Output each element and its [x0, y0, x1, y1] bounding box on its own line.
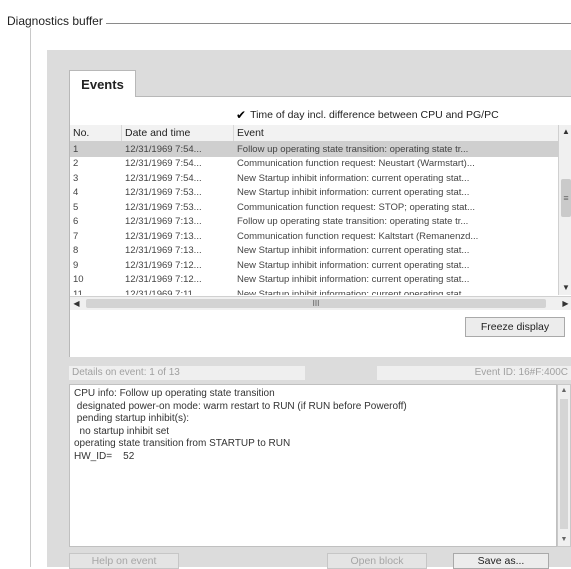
- table-horizontal-scrollbar[interactable]: ◀ III ▶: [70, 296, 571, 310]
- events-table: No. Date and time Event 1 12/31/1969 7:54…: [70, 125, 558, 295]
- table-row[interactable]: 7 12/31/1969 7:13... Communication functio…: [70, 229, 558, 244]
- scroll-thumb[interactable]: ≡: [561, 179, 571, 217]
- table-row[interactable]: 2 12/31/1969 7:54... Communication functio…: [70, 157, 558, 172]
- group-title: Diagnostics buffer: [7, 14, 106, 28]
- scroll-down-icon[interactable]: ▼: [558, 534, 570, 546]
- table-vertical-scrollbar[interactable]: ▲ ≡ ▼: [558, 125, 571, 295]
- details-line: designated power-on mode: warm restart t…: [74, 400, 407, 412]
- table-row[interactable]: 3 12/31/1969 7:54... New Startup inhibit i…: [70, 171, 558, 186]
- scroll-right-icon[interactable]: ▶: [559, 297, 571, 310]
- cell-datetime: 12/31/1969 7:12...: [125, 259, 202, 271]
- details-scrollbar[interactable]: ▲ ▼: [557, 384, 571, 547]
- freeze-display-button[interactable]: Freeze display: [465, 317, 565, 337]
- details-line: operating state transition from STARTUP …: [74, 438, 291, 449]
- group-left-border: [30, 23, 31, 567]
- cell-datetime: 12/31/1969 7:13...: [125, 216, 202, 228]
- cell-event: Communication function request: Kaltstar…: [237, 230, 479, 242]
- diagnostics-panel: Events ✔ Time of day incl. difference be…: [47, 50, 571, 569]
- details-line: no startup inhibit set: [74, 425, 170, 437]
- col-header-datetime[interactable]: Date and time: [122, 125, 234, 141]
- table-row[interactable]: 6 12/31/1969 7:13... Follow up operating s…: [70, 215, 558, 230]
- check-icon[interactable]: ✔: [236, 108, 246, 122]
- horizontal-scroll-thumb[interactable]: III: [86, 299, 546, 308]
- cell-event: New Startup inhibit information: current…: [237, 274, 470, 286]
- table-row[interactable]: 11 12/31/1969 7:11... New Startup inhibit …: [70, 287, 558, 295]
- time-of-day-label: Time of day incl. difference between CPU…: [250, 109, 499, 121]
- cell-datetime: 12/31/1969 7:13...: [125, 245, 202, 257]
- cell-no: 2: [73, 158, 79, 170]
- table-row[interactable]: 4 12/31/1969 7:53... New Startup inhibit i…: [70, 186, 558, 201]
- cell-event: New Startup inhibit information: current…: [237, 245, 470, 257]
- details-line: pending startup inhibit(s):: [74, 413, 190, 424]
- details-line: HW_ID= 52: [74, 450, 135, 462]
- cell-event: Communication function request: Neustart…: [237, 158, 475, 170]
- cell-datetime: 12/31/1969 7:54...: [125, 143, 202, 155]
- cell-event: Communication function request: STOP; op…: [237, 201, 475, 213]
- cell-datetime: 12/31/1969 7:53...: [125, 187, 202, 199]
- table-header: No. Date and time Event: [70, 125, 558, 142]
- cell-no: 7: [73, 230, 79, 242]
- cell-datetime: 12/31/1969 7:13...: [125, 230, 202, 242]
- col-header-no[interactable]: No.: [70, 125, 122, 141]
- cell-no: 8: [73, 245, 79, 257]
- table-row[interactable]: 5 12/31/1969 7:53... Communication functio…: [70, 200, 558, 215]
- table-row[interactable]: 8 12/31/1969 7:13... New Startup inhibit i…: [70, 244, 558, 259]
- tab-events[interactable]: Events: [69, 70, 136, 97]
- cell-event: New Startup inhibit information: current…: [237, 259, 470, 271]
- scroll-up-icon[interactable]: ▲: [558, 385, 570, 397]
- table-row[interactable]: 1 12/31/1969 7:54... Follow up operating s…: [70, 142, 558, 157]
- events-content: ✔ Time of day incl. difference between C…: [69, 96, 571, 357]
- cell-no: 9: [73, 259, 79, 271]
- event-details-text[interactable]: CPU info: Follow up operating state tran…: [69, 384, 557, 547]
- event-id: Event ID: 16#F:400C: [377, 366, 571, 380]
- table-row[interactable]: 10 12/31/1969 7:12... New Startup inhibit …: [70, 273, 558, 288]
- scroll-down-icon[interactable]: ▼: [559, 281, 571, 295]
- cell-event: New Startup inhibit information: current…: [237, 187, 470, 199]
- details-scroll-thumb[interactable]: [560, 399, 568, 529]
- cell-no: 5: [73, 201, 79, 213]
- group-line: [95, 23, 571, 24]
- col-header-event[interactable]: Event: [234, 125, 558, 141]
- table-row[interactable]: 9 12/31/1969 7:12... New Startup inhibit i…: [70, 258, 558, 273]
- time-of-day-option[interactable]: ✔ Time of day incl. difference between C…: [236, 108, 499, 122]
- cell-datetime: 12/31/1969 7:12...: [125, 274, 202, 286]
- cell-no: 6: [73, 216, 79, 228]
- cell-no: 3: [73, 172, 79, 184]
- cell-no: 10: [73, 274, 84, 286]
- cell-datetime: 12/31/1969 7:53...: [125, 201, 202, 213]
- cell-no: 4: [73, 187, 79, 199]
- table-body: 1 12/31/1969 7:54... Follow up operating s…: [70, 142, 558, 295]
- details-line: CPU info: Follow up operating state tran…: [74, 388, 275, 399]
- scroll-left-icon[interactable]: ◀: [70, 297, 83, 310]
- scroll-up-icon[interactable]: ▲: [559, 125, 571, 139]
- cell-datetime: 12/31/1969 7:11...: [125, 288, 201, 295]
- cell-no: 11: [73, 288, 83, 295]
- cell-event: New Startup inhibit information: current…: [237, 288, 470, 295]
- cell-datetime: 12/31/1969 7:54...: [125, 172, 202, 184]
- details-header: Details on event: 1 of 13: [69, 366, 305, 380]
- cell-event: Follow up operating state transition: op…: [237, 143, 469, 155]
- cell-no: 1: [73, 143, 79, 155]
- cell-event: Follow up operating state transition: op…: [237, 216, 469, 228]
- cell-event: New Startup inhibit information: current…: [237, 172, 470, 184]
- cell-datetime: 12/31/1969 7:54...: [125, 158, 202, 170]
